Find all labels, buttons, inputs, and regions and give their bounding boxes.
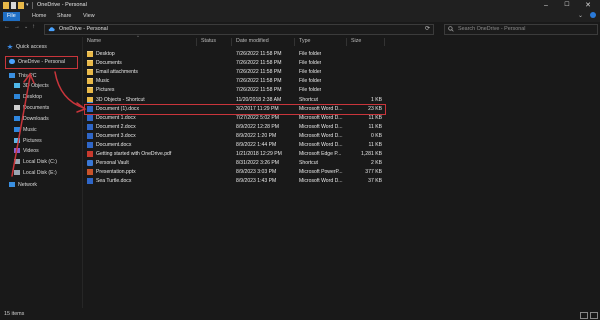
sidebar-item-music[interactable]: Music <box>14 126 37 135</box>
sidebar-item-network[interactable]: Network <box>9 181 37 190</box>
recent-locations-button[interactable]: ⌄ <box>24 24 28 30</box>
folder-icon <box>87 50 93 57</box>
word-document-icon <box>87 177 93 184</box>
music-icon <box>14 127 20 133</box>
item-count: 15 items <box>4 311 25 317</box>
network-icon <box>9 182 15 188</box>
sidebar-item-documents[interactable]: Documents <box>14 104 49 113</box>
pdf-icon <box>87 150 93 157</box>
column-separator[interactable] <box>231 38 232 46</box>
sidebar-item-3d-objects[interactable]: 3D Objects <box>14 82 49 91</box>
new-folder-icon[interactable] <box>18 2 24 9</box>
column-separator[interactable] <box>384 38 385 46</box>
quick-access-toolbar: ▾ <box>3 2 33 9</box>
status-bar: 15 items <box>0 309 600 320</box>
file-row[interactable]: 3D Objects - Shortcut 11/20/2018 2:38 AM… <box>85 96 385 104</box>
column-header-date-modified[interactable]: Date modified <box>236 38 269 44</box>
computer-icon <box>9 73 15 79</box>
file-row[interactable]: Desktop 7/26/2022 11:58 PM File folder <box>85 50 385 58</box>
word-document-icon <box>87 114 93 121</box>
file-row[interactable]: Music 7/26/2022 11:58 PM File folder <box>85 77 385 85</box>
address-path[interactable]: OneDrive - Personal <box>59 26 108 32</box>
cube-icon <box>14 83 20 89</box>
pictures-icon <box>14 138 20 144</box>
column-separator[interactable] <box>294 38 295 46</box>
disk-icon <box>14 170 20 176</box>
help-icon[interactable] <box>590 12 596 18</box>
column-separator[interactable] <box>196 38 197 46</box>
word-document-icon <box>87 123 93 130</box>
onedrive-highlight-box <box>5 56 78 69</box>
folder-icon <box>87 86 93 93</box>
sidebar-item-local-disk-e[interactable]: Local Disk (E:) <box>14 169 57 178</box>
sort-ascending-icon: ^ <box>137 34 139 39</box>
word-document-icon <box>87 141 93 148</box>
tab-home[interactable]: Home <box>28 12 50 21</box>
file-row[interactable]: Email attachments 7/26/2022 11:58 PM Fil… <box>85 68 385 76</box>
tab-file[interactable]: File <box>3 12 20 21</box>
large-icons-view-icon[interactable] <box>590 312 598 319</box>
search-input[interactable]: Search OneDrive - Personal <box>444 24 598 35</box>
disk-icon <box>14 159 20 165</box>
up-button[interactable]: ↑ <box>32 24 35 30</box>
window-title: OneDrive - Personal <box>37 2 87 8</box>
search-placeholder: Search OneDrive - Personal <box>458 26 526 32</box>
close-button[interactable]: ✕ <box>578 0 598 11</box>
column-header-name[interactable]: Name <box>87 38 101 44</box>
refresh-button[interactable]: ⟳ <box>425 25 430 32</box>
sidebar-item-pictures[interactable]: Pictures <box>14 137 42 146</box>
ribbon-expand-icon[interactable]: ⌄ <box>578 12 583 19</box>
documents-icon <box>14 105 20 111</box>
properties-icon[interactable] <box>11 2 16 9</box>
desktop-icon <box>14 94 20 100</box>
document-highlight-box <box>84 104 386 115</box>
folder-icon <box>87 68 93 75</box>
vault-icon <box>87 159 93 166</box>
toolbar-dropdown-icon[interactable]: ▾ <box>26 2 30 9</box>
back-button[interactable]: ← <box>4 24 10 30</box>
word-document-icon <box>87 132 93 139</box>
column-separator[interactable] <box>346 38 347 46</box>
navigation-pane: Quick access OneDrive - Personal This PC… <box>0 37 82 308</box>
address-bar[interactable]: OneDrive - Personal ⟳ <box>44 24 434 35</box>
sidebar-item-downloads[interactable]: Downloads <box>14 115 49 124</box>
file-row[interactable]: Document.docx 8/9/2022 1:44 PM Microsoft… <box>85 141 385 149</box>
file-row[interactable]: Personal Vault 8/31/2022 3:26 PM Shortcu… <box>85 159 385 167</box>
download-icon <box>14 116 20 122</box>
shortcut-icon <box>87 96 93 103</box>
powerpoint-icon <box>87 168 93 175</box>
separator <box>32 2 33 9</box>
sidebar-item-this-pc[interactable]: This PC <box>9 72 36 81</box>
tab-share[interactable]: Share <box>53 12 75 21</box>
tab-view[interactable]: View <box>79 12 99 21</box>
column-header-status[interactable]: Status <box>201 38 216 44</box>
forward-button[interactable]: → <box>14 24 20 30</box>
column-header-size[interactable]: Size <box>351 38 361 44</box>
folder-icon <box>87 77 93 84</box>
file-row[interactable]: Document 2.docx 8/9/2022 12:28 PM Micros… <box>85 123 385 131</box>
pane-divider[interactable] <box>82 37 83 308</box>
file-row[interactable]: Pictures 7/26/2022 11:58 PM File folder <box>85 86 385 94</box>
file-row[interactable]: Document 3.docx 8/9/2022 1:20 PM Microso… <box>85 132 385 140</box>
cloud-icon <box>48 27 55 32</box>
file-row[interactable]: Getting started with OneDrive.pdf 1/21/2… <box>85 150 385 158</box>
file-explorer-icon <box>3 2 9 9</box>
videos-icon <box>14 148 20 154</box>
file-row[interactable]: Documents 7/26/2022 11:58 PM File folder <box>85 59 385 67</box>
maximize-button[interactable]: ☐ <box>557 0 577 11</box>
sidebar-item-videos[interactable]: Videos <box>14 147 39 156</box>
column-header-type[interactable]: Type <box>299 38 310 44</box>
title-bar: ▾ OneDrive - Personal – ☐ ✕ <box>0 0 600 11</box>
sidebar-item-local-disk-c[interactable]: Local Disk (C:) <box>14 158 57 167</box>
folder-icon <box>87 59 93 66</box>
star-icon <box>7 44 13 50</box>
file-row[interactable]: Sea Turtle.docx 8/9/2023 1:43 PM Microso… <box>85 177 385 185</box>
sidebar-item-quick-access[interactable]: Quick access <box>7 43 47 52</box>
file-row[interactable]: Document 1.docx 7/27/2022 5:02 PM Micros… <box>85 114 385 122</box>
details-view-icon[interactable] <box>580 312 588 319</box>
minimize-button[interactable]: – <box>536 0 556 11</box>
sidebar-item-desktop[interactable]: Desktop <box>14 93 42 102</box>
search-icon <box>448 26 454 32</box>
file-row[interactable]: Presentation.pptx 8/9/2023 3:03 PM Micro… <box>85 168 385 176</box>
